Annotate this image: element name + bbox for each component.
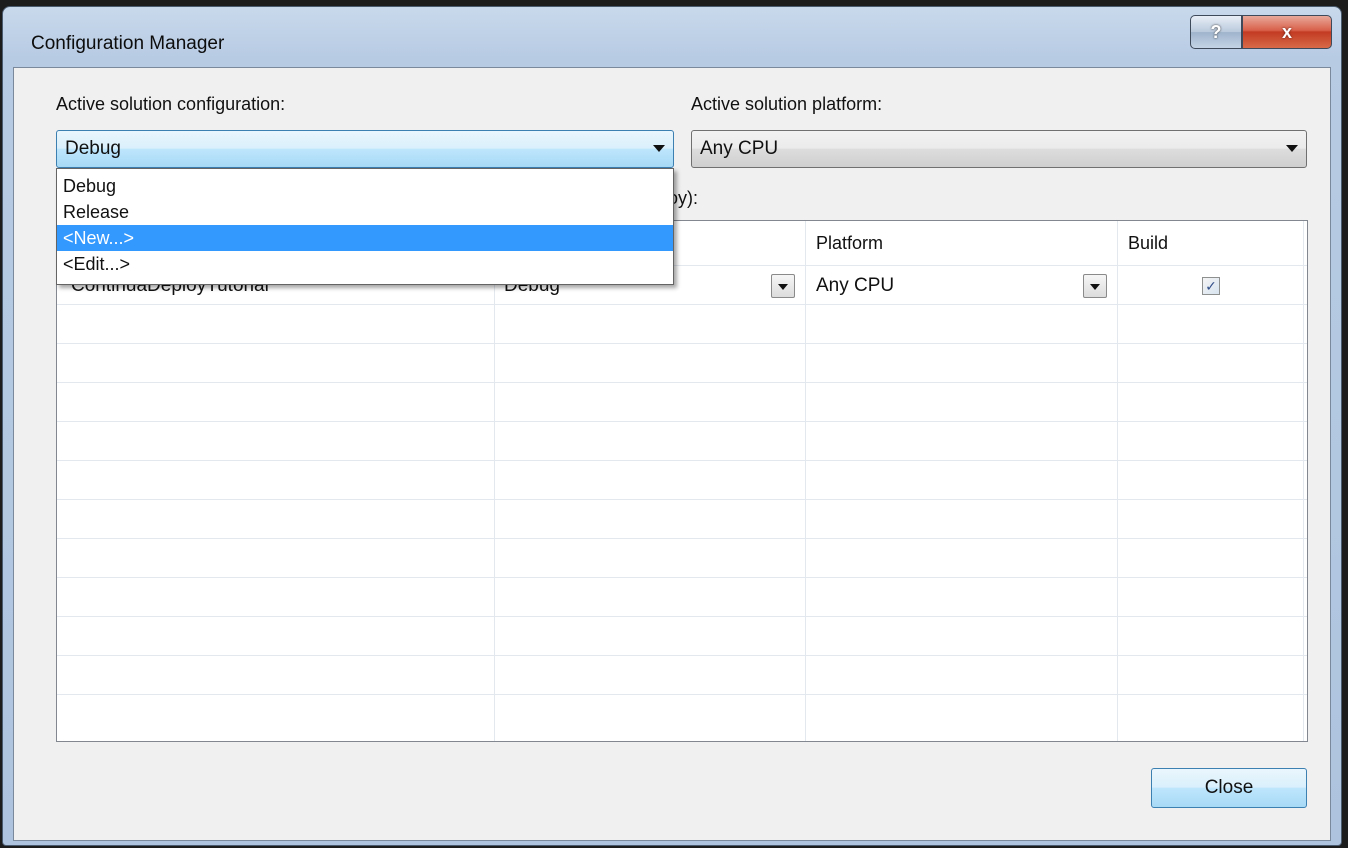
close-icon: x: [1281, 21, 1292, 42]
title-bar[interactable]: Configuration Manager ? x: [3, 7, 1341, 67]
platform-dropdown-button[interactable]: [1083, 274, 1107, 298]
dropdown-option-new[interactable]: <New...>: [57, 225, 673, 251]
row-divider: [57, 421, 1307, 422]
project-contexts-grid: Platform Build ContinuaDeployTutorial De…: [56, 220, 1308, 742]
configuration-manager-window: Configuration Manager ? x Active solutio…: [2, 6, 1342, 846]
row-divider: [57, 577, 1307, 578]
dropdown-option-edit[interactable]: <Edit...>: [57, 251, 673, 277]
row-divider: [57, 382, 1307, 383]
column-header-platform[interactable]: Platform: [806, 221, 1118, 265]
dialog-body: Active solution configuration: Active so…: [13, 67, 1331, 841]
column-divider: [1117, 221, 1118, 741]
active-configuration-combo[interactable]: Debug: [56, 130, 674, 168]
help-button[interactable]: ?: [1190, 15, 1242, 49]
active-platform-value: Any CPU: [700, 138, 779, 159]
row-divider: [57, 304, 1307, 305]
column-divider: [805, 221, 806, 741]
build-checkbox[interactable]: ✓: [1202, 277, 1220, 295]
column-divider: [494, 221, 495, 741]
checkmark-icon: ✓: [1205, 277, 1217, 294]
dropdown-option-debug[interactable]: Debug: [57, 173, 673, 199]
column-header-build[interactable]: Build: [1118, 221, 1303, 265]
row-divider: [57, 499, 1307, 500]
dropdown-option-release[interactable]: Release: [57, 199, 673, 225]
active-configuration-value: Debug: [65, 138, 121, 159]
configuration-dropdown-button[interactable]: [771, 274, 795, 298]
chevron-down-icon: [1286, 145, 1298, 152]
platform-cell[interactable]: Any CPU: [816, 275, 894, 297]
chevron-down-icon: [653, 145, 665, 152]
row-divider: [57, 460, 1307, 461]
row-divider: [57, 655, 1307, 656]
active-platform-label: Active solution platform:: [691, 94, 883, 114]
active-platform-combo[interactable]: Any CPU: [691, 130, 1307, 168]
row-divider: [57, 616, 1307, 617]
active-configuration-label: Active solution configuration:: [56, 94, 286, 114]
help-icon: ?: [1210, 21, 1222, 42]
window-close-button[interactable]: x: [1242, 15, 1332, 49]
close-button[interactable]: Close: [1151, 768, 1307, 808]
row-divider: [57, 343, 1307, 344]
configuration-dropdown-list: Debug Release <New...> <Edit...>: [56, 168, 674, 285]
row-divider: [57, 694, 1307, 695]
column-divider: [1303, 221, 1304, 741]
row-divider: [57, 538, 1307, 539]
window-title: Configuration Manager: [31, 33, 225, 54]
